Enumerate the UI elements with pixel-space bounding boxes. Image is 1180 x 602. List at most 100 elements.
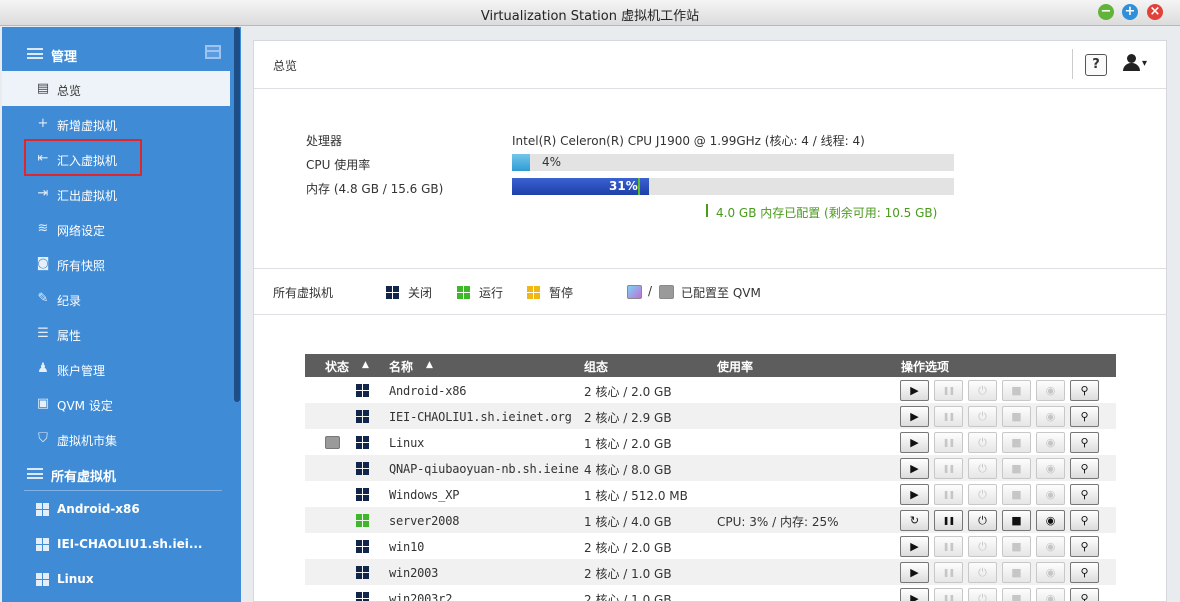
user-menu-icon[interactable]: ▾ (1123, 53, 1153, 75)
settings-button[interactable]: ⚲ (1070, 588, 1099, 601)
vm-name[interactable]: Linux (389, 436, 579, 450)
table-row[interactable]: Linux 1 核心 / 2.0 GB ▶ ❚❚ ⏻ ■ ◉ ⚲ (305, 429, 1116, 455)
memory-usage-percent: 31% (609, 179, 638, 193)
power-button[interactable]: ⏻ (968, 536, 997, 557)
sidebar-item-6[interactable]: ✎ 纪录 (2, 281, 230, 316)
view-console-button[interactable]: ◉ (1036, 458, 1065, 479)
stop-button[interactable]: ■ (1002, 458, 1031, 479)
stop-button[interactable]: ■ (1002, 406, 1031, 427)
start-button[interactable]: ▶ (900, 432, 929, 453)
settings-button[interactable]: ⚲ (1070, 562, 1099, 583)
vm-name[interactable]: win2003 (389, 566, 579, 580)
sidebar-vm-item[interactable]: Android-x86 (2, 491, 230, 526)
stop-button[interactable]: ■ (1002, 588, 1031, 601)
settings-button[interactable]: ⚲ (1070, 380, 1099, 401)
power-button[interactable]: ⏻ (968, 380, 997, 401)
pause-button[interactable]: ❚❚ (934, 406, 963, 427)
header-state[interactable]: 状态 (325, 358, 349, 375)
stop-button[interactable]: ■ (1002, 562, 1031, 583)
table-row[interactable]: Android-x86 2 核心 / 2.0 GB ▶ ❚❚ ⏻ ■ ◉ ⚲ (305, 377, 1116, 403)
vm-name[interactable]: win10 (389, 540, 579, 554)
header-name[interactable]: 名称 (389, 358, 413, 375)
view-console-button[interactable]: ◉ (1036, 432, 1065, 453)
sidebar-item-3[interactable]: ⇥ 汇出虚拟机 (2, 176, 230, 211)
stop-button[interactable]: ■ (1002, 536, 1031, 557)
minimize-button[interactable]: − (1098, 4, 1114, 20)
settings-button[interactable]: ⚲ (1070, 458, 1099, 479)
power-button[interactable]: ⏻ (968, 588, 997, 601)
view-console-button[interactable]: ◉ (1036, 536, 1065, 557)
pause-button[interactable]: ❚❚ (934, 484, 963, 505)
stop-button[interactable]: ■ (1002, 510, 1031, 531)
power-button[interactable]: ⏻ (968, 510, 997, 531)
power-button[interactable]: ⏻ (968, 562, 997, 583)
sidebar-item-1[interactable]: + 新增虚拟机 (2, 106, 230, 141)
help-button[interactable]: ? (1085, 54, 1107, 76)
pause-button[interactable]: ❚❚ (934, 588, 963, 601)
pause-button[interactable]: ❚❚ (934, 510, 963, 531)
sidebar-item-10[interactable]: ⛉ 虚拟机市集 (2, 421, 230, 456)
view-console-button[interactable]: ◉ (1036, 588, 1065, 601)
restart-button[interactable]: ↻ (900, 510, 929, 531)
start-button[interactable]: ▶ (900, 536, 929, 557)
close-button[interactable]: × (1147, 4, 1163, 20)
vm-name[interactable]: IEI-CHAOLIU1.sh.ieinet.org (389, 410, 579, 424)
table-row[interactable]: server2008 1 核心 / 4.0 GB CPU: 3% / 内存: 25%… (305, 507, 1116, 533)
sort-asc-icon[interactable]: ▲ (426, 360, 433, 370)
settings-button[interactable]: ⚲ (1070, 484, 1099, 505)
stop-button[interactable]: ■ (1002, 380, 1031, 401)
table-row[interactable]: win2003r2 2 核心 / 1.0 GB ▶ ❚❚ ⏻ ■ ◉ ⚲ (305, 585, 1116, 601)
stop-button[interactable]: ■ (1002, 484, 1031, 505)
vm-name[interactable]: Android-x86 (389, 384, 579, 398)
sidebar-item-7[interactable]: ☰ 属性 (2, 316, 230, 351)
sidebar-item-5[interactable]: ◙ 所有快照 (2, 246, 230, 281)
start-button[interactable]: ▶ (900, 562, 929, 583)
settings-button[interactable]: ⚲ (1070, 510, 1099, 531)
pause-button[interactable]: ❚❚ (934, 562, 963, 583)
sidebar-item-8[interactable]: ♟ 账户管理 (2, 351, 230, 386)
settings-button[interactable]: ⚲ (1070, 536, 1099, 557)
vm-name[interactable]: Windows_XP (389, 488, 579, 502)
sidebar-vm-item[interactable]: IEI-CHAOLIU1.sh.iei... (2, 526, 230, 561)
view-console-button[interactable]: ◉ (1036, 562, 1065, 583)
start-button[interactable]: ▶ (900, 406, 929, 427)
power-button[interactable]: ⏻ (968, 432, 997, 453)
power-button[interactable]: ⏻ (968, 406, 997, 427)
view-console-button[interactable]: ◉ (1036, 406, 1065, 427)
sidebar-scroll-thumb[interactable] (234, 27, 240, 402)
vm-name[interactable]: QNAP-qiubaoyuan-nb.sh.ieine... (389, 462, 579, 476)
sidebar-section-manage[interactable]: 管理 (2, 36, 230, 70)
settings-button[interactable]: ⚲ (1070, 406, 1099, 427)
pause-button[interactable]: ❚❚ (934, 458, 963, 479)
pause-button[interactable]: ❚❚ (934, 380, 963, 401)
sidebar-vm-item[interactable]: Linux (2, 561, 230, 596)
pause-button[interactable]: ❚❚ (934, 536, 963, 557)
sidebar-item-9[interactable]: ▣ QVM 设定 (2, 386, 230, 421)
stop-button[interactable]: ■ (1002, 432, 1031, 453)
sidebar-item-4[interactable]: ≋ 网络设定 (2, 211, 230, 246)
view-console-button[interactable]: ◉ (1036, 484, 1065, 505)
vm-name[interactable]: server2008 (389, 514, 579, 528)
pause-button[interactable]: ❚❚ (934, 432, 963, 453)
sidebar-item-0[interactable]: ▤ 总览 (2, 71, 230, 106)
pin-panel-icon[interactable] (205, 45, 221, 59)
view-console-button[interactable]: ◉ (1036, 510, 1065, 531)
maximize-button[interactable]: + (1122, 4, 1138, 20)
sort-asc-icon[interactable]: ▲ (362, 360, 369, 370)
start-button[interactable]: ▶ (900, 458, 929, 479)
table-row[interactable]: QNAP-qiubaoyuan-nb.sh.ieine... 4 核心 / 8.0… (305, 455, 1116, 481)
sidebar-section-all-vms[interactable]: 所有虚拟机 (2, 456, 230, 490)
table-row[interactable]: win10 2 核心 / 2.0 GB ▶ ❚❚ ⏻ ■ ◉ ⚲ (305, 533, 1116, 559)
power-button[interactable]: ⏻ (968, 484, 997, 505)
start-button[interactable]: ▶ (900, 588, 929, 601)
table-row[interactable]: win2003 2 核心 / 1.0 GB ▶ ❚❚ ⏻ ■ ◉ ⚲ (305, 559, 1116, 585)
sidebar-scrollbar[interactable] (232, 27, 241, 602)
vm-name[interactable]: win2003r2 (389, 592, 579, 601)
settings-button[interactable]: ⚲ (1070, 432, 1099, 453)
power-button[interactable]: ⏻ (968, 458, 997, 479)
start-button[interactable]: ▶ (900, 484, 929, 505)
view-console-button[interactable]: ◉ (1036, 380, 1065, 401)
table-row[interactable]: Windows_XP 1 核心 / 512.0 MB ▶ ❚❚ ⏻ ■ ◉ ⚲ (305, 481, 1116, 507)
start-button[interactable]: ▶ (900, 380, 929, 401)
table-row[interactable]: IEI-CHAOLIU1.sh.ieinet.org 2 核心 / 2.9 GB ▶… (305, 403, 1116, 429)
